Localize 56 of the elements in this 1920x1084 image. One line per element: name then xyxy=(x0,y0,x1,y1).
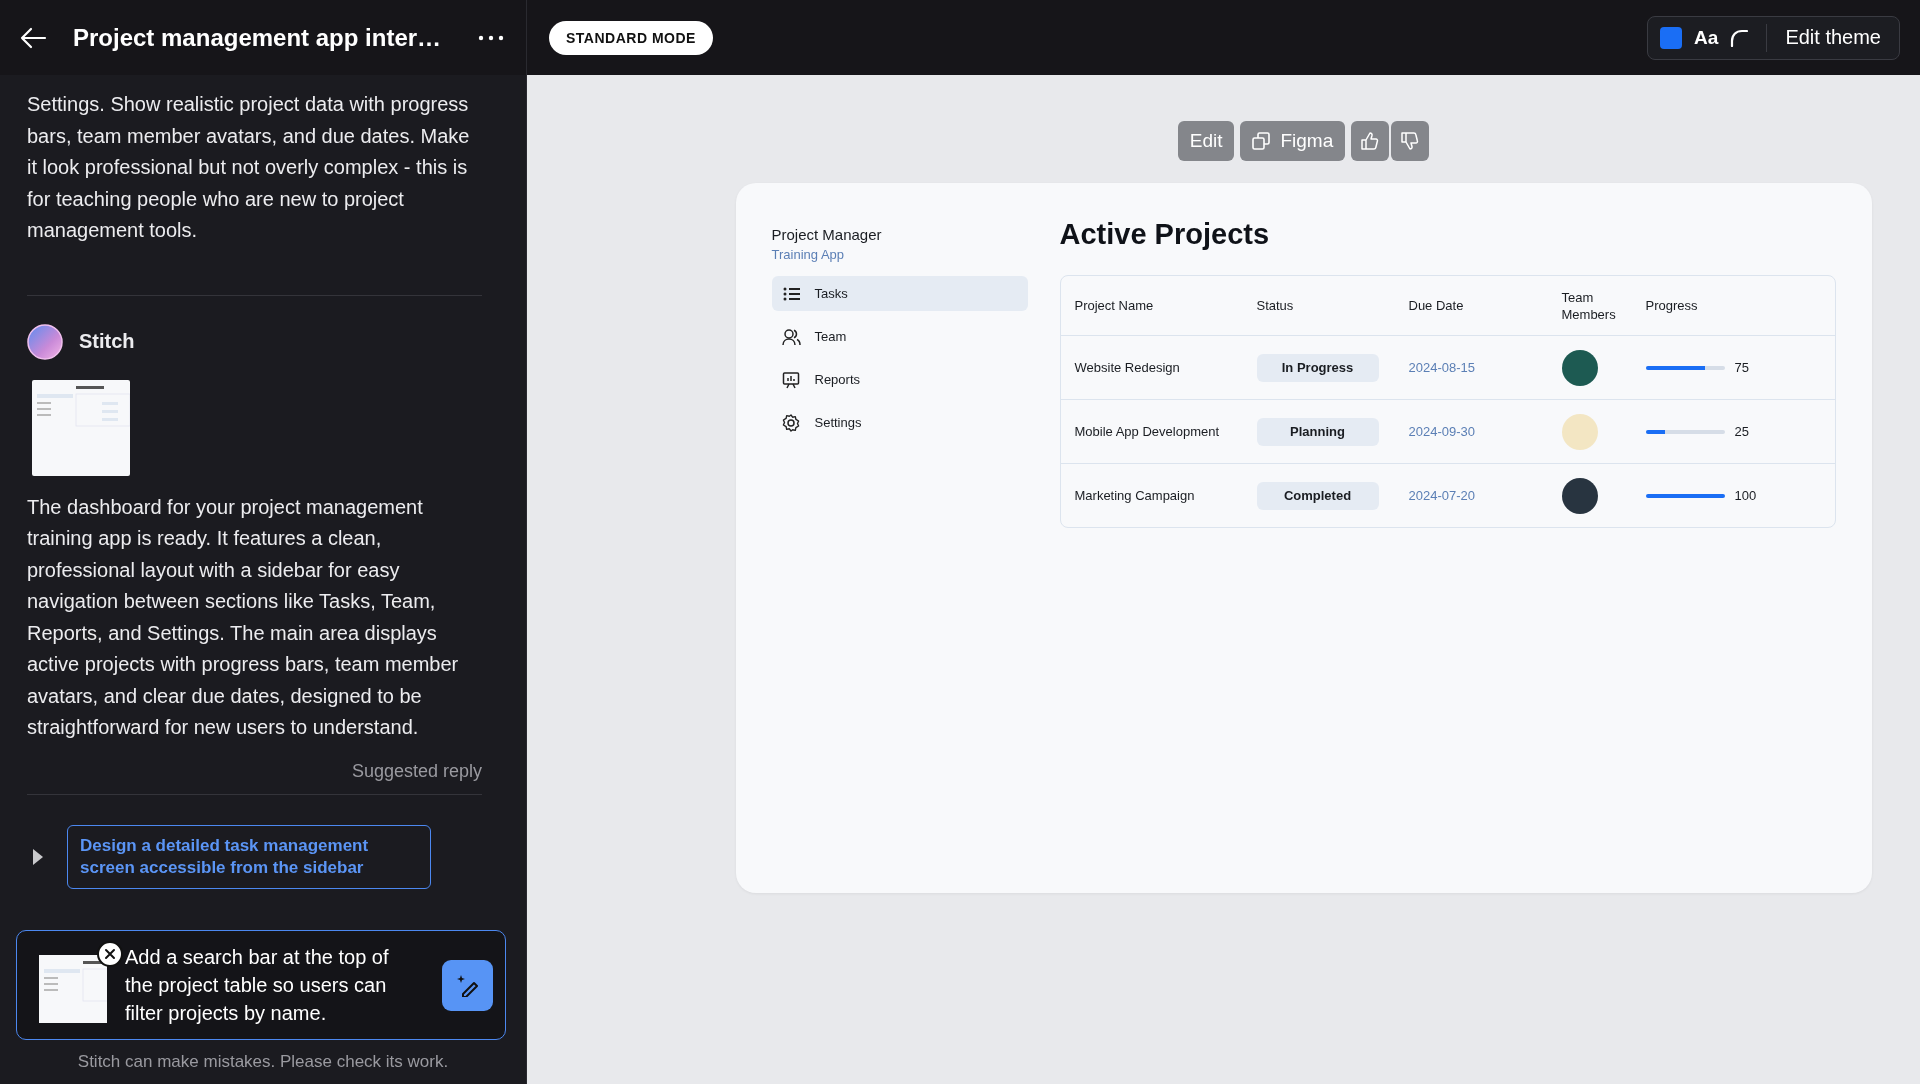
thumbs-down-button[interactable] xyxy=(1391,121,1430,161)
thumbs-up-button[interactable] xyxy=(1351,121,1390,161)
attachment-thumbnail xyxy=(39,955,107,1023)
page-heading: Active Projects xyxy=(1059,218,1271,251)
due-date: 2024-07-20 xyxy=(1408,488,1475,503)
project-name: Marketing Campaign xyxy=(1074,488,1195,503)
nav-item[interactable]: Team xyxy=(771,319,1028,354)
more-icon[interactable] xyxy=(478,34,504,41)
nav-item[interactable]: Settings xyxy=(771,405,1028,440)
app-title: Project Manager xyxy=(771,226,883,243)
nav-item[interactable]: Tasks xyxy=(771,276,1028,311)
font-button[interactable]: Aa xyxy=(1694,26,1719,49)
chat-title: Project management app inter… xyxy=(73,23,443,52)
nav-item[interactable]: Reports xyxy=(771,362,1028,397)
play-icon[interactable] xyxy=(33,848,43,865)
due-date: 2024-09-30 xyxy=(1408,424,1475,439)
column-header: Project Name xyxy=(1074,297,1155,314)
project-name: Mobile App Development xyxy=(1074,424,1220,439)
copy-icon xyxy=(1252,132,1271,150)
edit-theme-button[interactable]: Edit theme xyxy=(1785,26,1881,49)
prompt-input[interactable]: Add a search bar at the top of the project table so users can filter projects by name. xyxy=(16,930,506,1040)
design-thumbnail[interactable] xyxy=(32,379,130,476)
edit-button[interactable]: Edit xyxy=(1177,121,1235,161)
author-name: Stitch xyxy=(79,330,135,353)
suggestion-chip[interactable]: Design a detailed task management screen accessible from the sidebar xyxy=(67,824,431,889)
column-header: Status xyxy=(1256,297,1295,314)
progress-value: 100 xyxy=(1734,488,1757,503)
column-header: Progress xyxy=(1645,297,1699,314)
status-badge: In Progress xyxy=(1256,353,1379,382)
thumbs-down-icon xyxy=(1400,131,1421,151)
column-header: Due Date xyxy=(1408,297,1465,314)
mode-badge[interactable]: STANDARD MODE xyxy=(549,20,713,55)
remove-icon[interactable] xyxy=(97,941,123,967)
stitch-avatar-icon xyxy=(27,323,63,360)
chart-board-icon xyxy=(781,370,801,389)
progress-value: 75 xyxy=(1734,360,1749,375)
suggested-reply-label: Suggested reply xyxy=(350,760,482,782)
app-subtitle: Training App xyxy=(771,247,845,262)
settings-icon xyxy=(781,413,801,432)
project-name: Website Redesign xyxy=(1074,360,1180,375)
column-header: Team Members xyxy=(1561,288,1617,323)
theme-color-swatch[interactable] xyxy=(1660,26,1683,49)
progress-value: 25 xyxy=(1734,424,1749,439)
prompt-message: Settings. Show realistic project data with progress bars, team member avatars, and due dates. Make it look professional but not overly complex - this is for teaching people who are new to project management tools. xyxy=(27,92,471,243)
back-arrow-icon[interactable] xyxy=(19,26,47,49)
figma-button[interactable]: Figma xyxy=(1240,121,1346,161)
generate-button[interactable] xyxy=(442,959,493,1011)
people-icon xyxy=(781,327,801,346)
status-badge: Completed xyxy=(1256,481,1379,510)
reply-message: The dashboard for your project management training app is ready. It features a clean, professional layout with a sidebar for easy navigation between sections like Tasks, Team, Reports, and Settings. The main area displays active projects with progress bars, team member avatars, and clear due dates, designed to be straightforward for new users to understand. xyxy=(27,494,460,740)
disclaimer: Stitch can make mistakes. Please check its work. xyxy=(76,1051,450,1073)
thumbs-up-icon xyxy=(1360,131,1381,151)
status-badge: Planning xyxy=(1256,417,1379,446)
input-text[interactable]: Add a search bar at the top of the project table so users can filter projects by name. xyxy=(125,943,428,1027)
corner-radius-icon[interactable] xyxy=(1730,28,1749,47)
due-date: 2024-08-15 xyxy=(1408,360,1475,375)
